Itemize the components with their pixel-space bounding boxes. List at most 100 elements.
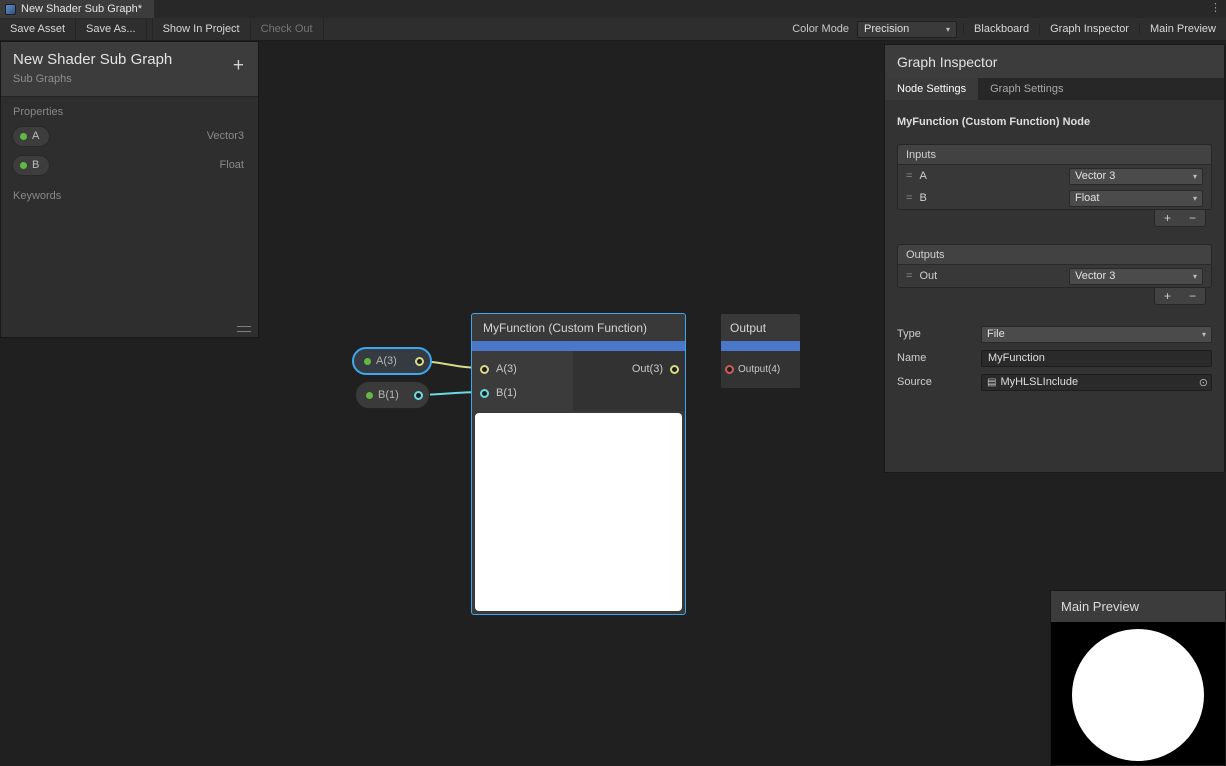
function-name-input[interactable]: MyFunction	[981, 350, 1212, 367]
main-preview-panel: Main Preview	[1050, 590, 1226, 766]
node-accent-bar	[721, 341, 800, 351]
input-type-dropdown[interactable]: Vector 3 ▾	[1069, 168, 1203, 185]
blackboard-resize-handle[interactable]	[237, 326, 251, 332]
tab-node-settings[interactable]: Node Settings	[885, 78, 978, 100]
window-menu-icon[interactable]: ⋮	[1210, 1, 1220, 14]
tab-new-shader-sub-graph[interactable]: New Shader Sub Graph*	[0, 0, 154, 18]
blackboard-header: New Shader Sub Graph Sub Graphs +	[1, 42, 258, 97]
inputs-header: Inputs	[898, 145, 1211, 165]
output-node-ports: Output(4)	[721, 351, 800, 388]
type-field-row: Type File ▾	[897, 322, 1212, 346]
property-pill-a[interactable]: A	[12, 126, 50, 147]
input-row-b: = B Float ▾	[898, 187, 1211, 209]
add-property-button[interactable]: +	[233, 56, 244, 75]
blackboard-toggle-button[interactable]: Blackboard	[963, 23, 1039, 35]
property-name: B	[32, 159, 39, 171]
input-type-value: Float	[1075, 192, 1099, 204]
source-object-field[interactable]: ▤ MyHLSLInclude ⊙	[981, 374, 1212, 391]
input-type-dropdown[interactable]: Float ▾	[1069, 190, 1203, 207]
main-preview-viewport[interactable]	[1051, 622, 1225, 765]
property-node-label: B(1)	[378, 389, 399, 401]
node-ports: A(3) B(1) Out(3)	[472, 351, 685, 411]
outputs-header: Outputs	[898, 245, 1211, 265]
remove-output-button[interactable]: −	[1180, 288, 1205, 304]
node-accent-bar	[472, 341, 685, 351]
toolbar-right-group: Color Mode Precision ▾ Blackboard Graph …	[784, 18, 1226, 40]
outputs-list-buttons: + −	[897, 288, 1212, 305]
output-port[interactable]	[670, 365, 679, 374]
type-dropdown[interactable]: File ▾	[981, 326, 1212, 343]
output-port-row: Out(3)	[573, 357, 685, 381]
property-type: Vector3	[207, 130, 244, 142]
input-port[interactable]	[480, 389, 489, 398]
window-tab-bar: New Shader Sub Graph* ⋮	[0, 0, 1226, 18]
output-port[interactable]	[414, 391, 423, 400]
source-field-row: Source ▤ MyHLSLInclude ⊙	[897, 370, 1212, 394]
property-dot-icon	[20, 162, 27, 169]
input-port-row: A(3)	[472, 357, 573, 381]
preview-sphere	[1072, 629, 1204, 761]
tab-title: New Shader Sub Graph*	[21, 3, 142, 15]
output-name: Out	[919, 270, 937, 282]
output-port[interactable]	[415, 357, 424, 366]
source-value: MyHLSLInclude	[1000, 376, 1078, 388]
chevron-down-icon: ▾	[946, 25, 950, 34]
remove-input-button[interactable]: −	[1180, 210, 1205, 226]
name-label: Name	[897, 352, 981, 364]
save-asset-button[interactable]: Save Asset	[0, 18, 76, 40]
input-name: B	[919, 192, 926, 204]
property-row-a[interactable]: A Vector3	[1, 123, 258, 149]
object-picker-icon[interactable]: ⊙	[1199, 376, 1208, 389]
custom-function-node[interactable]: MyFunction (Custom Function) A(3) B(1) O…	[471, 313, 686, 615]
property-dot-icon	[20, 133, 27, 140]
output-type-dropdown[interactable]: Vector 3 ▾	[1069, 268, 1203, 285]
blackboard-panel: New Shader Sub Graph Sub Graphs + Proper…	[0, 41, 259, 338]
blackboard-subtitle: Sub Graphs	[13, 73, 246, 85]
property-node-b[interactable]: B(1)	[355, 381, 430, 409]
input-port-label: A(3)	[496, 363, 517, 375]
chevron-down-icon: ▾	[1202, 330, 1206, 339]
type-label: Type	[897, 328, 981, 340]
property-name: A	[32, 130, 39, 142]
node-title: Output	[721, 314, 800, 341]
input-port-row: B(1)	[472, 381, 573, 405]
drag-handle-icon[interactable]: =	[906, 170, 912, 182]
main-preview-toggle-button[interactable]: Main Preview	[1139, 23, 1226, 35]
save-as-button[interactable]: Save As...	[76, 18, 147, 40]
property-row-b[interactable]: B Float	[1, 152, 258, 178]
shader-graph-icon	[5, 4, 16, 15]
property-dot-icon	[366, 392, 373, 399]
input-port[interactable]	[480, 365, 489, 374]
show-in-project-button[interactable]: Show In Project	[152, 18, 251, 40]
property-node-a[interactable]: A(3)	[352, 347, 432, 375]
source-label: Source	[897, 376, 981, 388]
add-input-button[interactable]: +	[1155, 210, 1180, 226]
input-port-label: Output(4)	[738, 364, 780, 375]
main-preview-title: Main Preview	[1051, 591, 1225, 622]
inputs-box: Inputs = A Vector 3 ▾ = B Float ▾	[897, 144, 1212, 210]
drag-handle-icon[interactable]: =	[906, 270, 912, 282]
check-out-button[interactable]: Check Out	[251, 18, 324, 40]
output-type-value: Vector 3	[1075, 270, 1115, 282]
inputs-list-buttons: + −	[897, 210, 1212, 227]
property-node-label: A(3)	[376, 355, 397, 367]
input-port[interactable]	[725, 365, 734, 374]
property-type: Float	[220, 159, 244, 171]
color-mode-dropdown[interactable]: Precision ▾	[857, 21, 957, 38]
graph-inspector-toggle-button[interactable]: Graph Inspector	[1039, 23, 1139, 35]
node-title: MyFunction (Custom Function)	[472, 314, 685, 341]
type-value: File	[987, 328, 1005, 340]
drag-handle-icon[interactable]: =	[906, 192, 912, 204]
input-ports-column: A(3) B(1)	[472, 351, 573, 411]
property-pill-b[interactable]: B	[12, 155, 50, 176]
spacer	[897, 305, 1212, 322]
graph-inspector-panel: Graph Inspector Node Settings Graph Sett…	[884, 44, 1225, 473]
tab-graph-settings[interactable]: Graph Settings	[978, 78, 1075, 100]
output-ports-column: Out(3)	[573, 351, 685, 411]
output-node[interactable]: Output Output(4)	[720, 313, 801, 389]
chevron-down-icon: ▾	[1193, 194, 1197, 203]
input-row-a: = A Vector 3 ▾	[898, 165, 1211, 187]
name-field-row: Name MyFunction	[897, 346, 1212, 370]
script-file-icon: ▤	[987, 377, 996, 388]
add-output-button[interactable]: +	[1155, 288, 1180, 304]
